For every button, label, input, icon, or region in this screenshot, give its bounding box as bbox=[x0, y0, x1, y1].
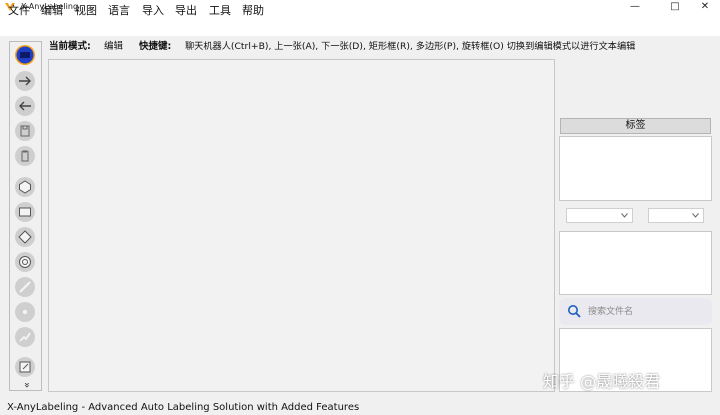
maximize-button[interactable]: □ bbox=[660, 0, 690, 14]
rectangle-button[interactable] bbox=[15, 202, 35, 222]
edit-button[interactable] bbox=[15, 357, 35, 377]
label-filter-select[interactable] bbox=[566, 208, 633, 223]
circle-icon bbox=[19, 256, 31, 268]
delete-button[interactable] bbox=[15, 146, 35, 166]
toolbar-more-button[interactable]: » bbox=[21, 382, 32, 388]
linestrip-button[interactable] bbox=[15, 327, 35, 347]
next-image-button[interactable] bbox=[15, 71, 35, 91]
next-image-icon bbox=[19, 76, 31, 86]
mode-label: 当前模式: bbox=[49, 41, 91, 52]
watermark: 知乎 @晟曦殺君 bbox=[543, 372, 661, 391]
menu-language[interactable]: 语言 bbox=[108, 4, 130, 18]
canvas[interactable] bbox=[48, 59, 555, 392]
open-folder-icon bbox=[16, 46, 34, 64]
labels-panel-header: 标签 bbox=[560, 118, 711, 134]
save-icon bbox=[20, 125, 30, 137]
menu-view[interactable]: 视图 bbox=[75, 4, 97, 18]
line-button[interactable] bbox=[15, 277, 35, 297]
point-button[interactable] bbox=[15, 302, 35, 322]
shapes-list[interactable] bbox=[559, 231, 712, 295]
menu-import[interactable]: 导入 bbox=[142, 4, 164, 18]
status-text: X-AnyLabeling - Advanced Auto Labeling S… bbox=[7, 402, 360, 413]
prev-image-icon bbox=[19, 101, 31, 111]
circle-button[interactable] bbox=[15, 252, 35, 272]
shortcuts-label: 快捷键: bbox=[139, 41, 172, 52]
labels-list[interactable] bbox=[559, 136, 712, 201]
mode-value: 编辑 bbox=[104, 41, 124, 52]
menu-export[interactable]: 导出 bbox=[175, 4, 197, 18]
chevron-down-icon bbox=[621, 213, 628, 218]
minimize-button[interactable]: — bbox=[620, 0, 650, 14]
menu-tools[interactable]: 工具 bbox=[209, 4, 231, 18]
delete-icon bbox=[21, 150, 29, 162]
polygon-button[interactable] bbox=[15, 177, 35, 197]
shortcuts-text: 聊天机器人(Ctrl+B), 上一张(A), 下一张(D), 矩形框(R), 多… bbox=[185, 41, 636, 52]
open-folder-button[interactable] bbox=[15, 45, 35, 65]
menu-file[interactable]: 文件 bbox=[8, 4, 30, 18]
group-filter-select[interactable] bbox=[648, 208, 704, 223]
search-placeholder: 搜索文件名 bbox=[588, 307, 634, 317]
search-icon bbox=[568, 305, 581, 318]
prev-image-button[interactable] bbox=[15, 96, 35, 116]
polygon-icon bbox=[19, 180, 31, 194]
menu-help[interactable]: 帮助 bbox=[242, 4, 264, 18]
rotation-button[interactable] bbox=[15, 227, 35, 247]
rotation-icon bbox=[18, 230, 32, 244]
chevron-down-icon bbox=[692, 213, 699, 218]
linestrip-icon bbox=[19, 332, 31, 342]
edit-icon bbox=[19, 361, 31, 373]
rectangle-icon bbox=[19, 207, 31, 217]
menu-edit[interactable]: 编辑 bbox=[41, 4, 63, 18]
close-button[interactable]: ✕ bbox=[690, 0, 720, 14]
save-button[interactable] bbox=[15, 121, 35, 141]
line-icon bbox=[19, 281, 31, 293]
point-icon bbox=[22, 309, 28, 315]
